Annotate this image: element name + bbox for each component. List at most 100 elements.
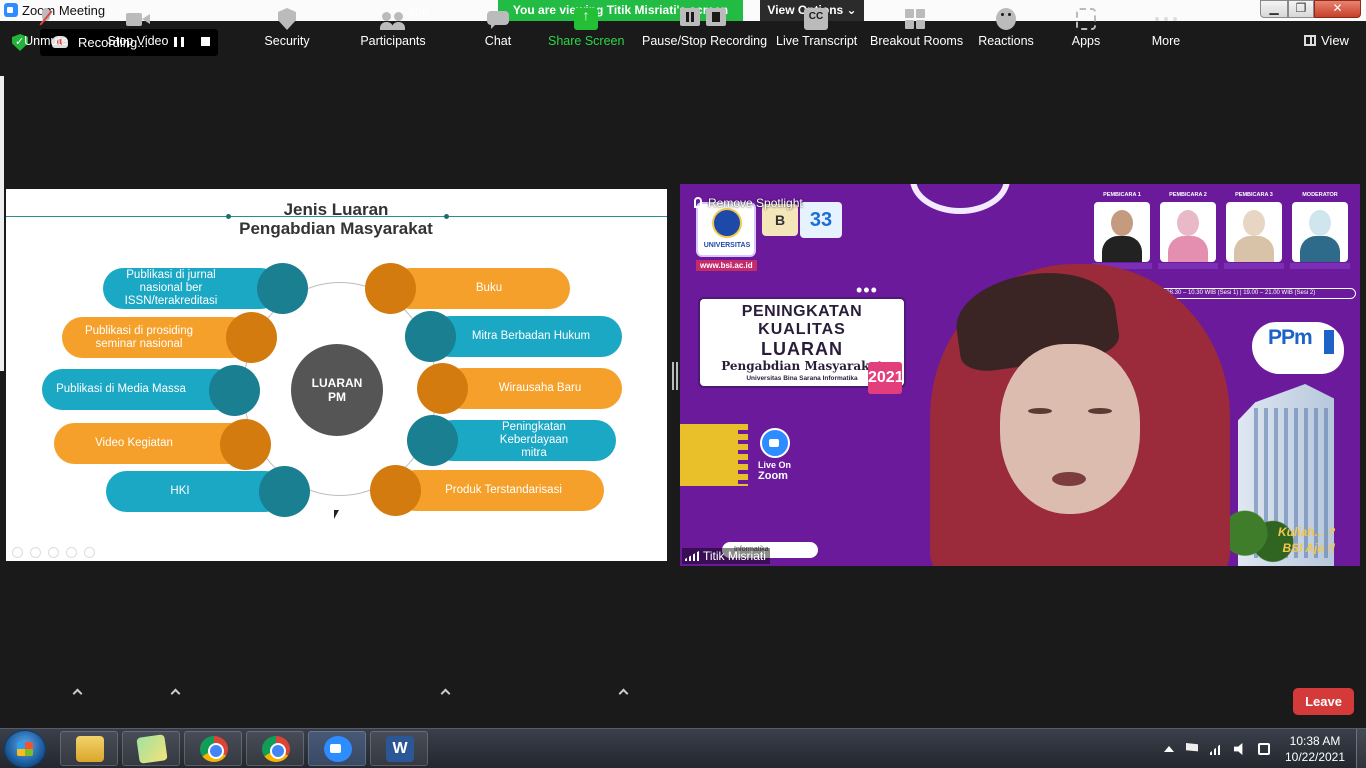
apps-label: Apps — [1071, 34, 1101, 48]
show-hidden-icons-icon[interactable] — [1164, 746, 1174, 752]
slide-navigation-controls[interactable] — [12, 545, 122, 558]
right-item-label: Peningkatan Keberdayaan mitra — [499, 421, 569, 459]
power-icon[interactable] — [1258, 743, 1270, 755]
view-button[interactable]: View — [1304, 33, 1349, 51]
zoom-camera-icon — [760, 428, 790, 458]
action-center-flag-icon[interactable] — [1186, 743, 1198, 752]
volume-icon[interactable] — [1234, 743, 1243, 755]
chrome-icon — [262, 736, 290, 762]
breakout-rooms-button[interactable]: Breakout Rooms — [870, 8, 963, 52]
slide-pen-icon[interactable] — [48, 547, 59, 558]
taskbar-clock[interactable]: 10:38 AM 10/22/2021 — [1282, 733, 1348, 765]
right-item-knob — [405, 311, 456, 362]
reactions-button[interactable]: Reactions — [978, 8, 1034, 52]
share-screen-button[interactable]: Share Screen — [548, 7, 624, 52]
apps-button[interactable]: Apps — [1068, 8, 1104, 52]
show-desktop-button[interactable] — [1356, 729, 1366, 768]
right-item-knob — [365, 263, 416, 314]
stop-recording-icon[interactable] — [201, 37, 210, 46]
headline-line3: LUARAN — [761, 339, 843, 359]
participants-button[interactable]: 406 Participants — [360, 6, 429, 52]
clock-time: 10:38 AM — [1289, 734, 1341, 748]
taskbar-zoom[interactable] — [308, 731, 366, 766]
pause-recording-icon[interactable] — [174, 37, 184, 47]
leave-button[interactable]: Leave — [1293, 688, 1354, 715]
slide-title: Jenis Luaran Pengabdian Masyarakat — [186, 200, 486, 238]
eye-shape — [1088, 408, 1112, 414]
security-button[interactable]: Security — [260, 8, 314, 52]
chrome-icon — [200, 736, 228, 762]
share-screen-arrow-icon — [574, 7, 598, 30]
stop-video-label: Stop Video — [107, 34, 169, 48]
right-item-mitra-berbadan-hukum: Mitra Berbadan Hukum — [430, 316, 622, 357]
speaker-card: PEMBICARA 2 — [1158, 192, 1218, 269]
left-item-knob — [259, 466, 310, 517]
system-tray — [1160, 741, 1280, 759]
speaker-card: MODERATOR — [1290, 192, 1350, 269]
speaker-photo — [1226, 202, 1282, 262]
minimize-button[interactable]: ▁ — [1260, 0, 1288, 18]
center-circle: LUARAN PM — [291, 344, 383, 436]
slide-prev-icon[interactable] — [12, 547, 23, 558]
network-signal-icon[interactable] — [1210, 743, 1222, 755]
shared-screen-slide: Jenis Luaran Pengabdian Masyarakat LUARA… — [6, 189, 667, 561]
lppm-url: lppm.bsi.ac.id — [1277, 360, 1331, 369]
meeting-toolbar — [0, 673, 1366, 728]
slide-title-line2: Pengabdian Masyarakat — [239, 219, 433, 238]
taskbar-word[interactable]: W — [370, 731, 428, 766]
speaker-photo — [1160, 202, 1216, 262]
unmute-button[interactable]: Unmute — [18, 8, 74, 52]
background-ring-shape — [910, 184, 1010, 214]
more-label: More — [1151, 34, 1181, 48]
slide-next-icon[interactable] — [30, 547, 41, 558]
chat-button[interactable]: Chat — [478, 8, 518, 52]
headline-line2: KUALITAS — [758, 321, 846, 338]
closed-caption-icon: CC — [804, 8, 828, 30]
start-button-icon[interactable] — [4, 730, 46, 768]
taskbar-explorer[interactable] — [60, 731, 118, 766]
decorative-yellow-tag — [680, 424, 748, 486]
university-label: UNIVERSITAS — [703, 242, 751, 249]
right-item-produk-terstandarisasi: Produk Terstandarisasi — [395, 470, 604, 511]
participants-count: 406 — [408, 6, 429, 20]
slide-grid-icon[interactable] — [66, 547, 77, 558]
remove-spotlight-button[interactable]: Remove Spotlight — [694, 196, 803, 210]
pause-stop-recording-label: Pause/Stop Recording — [642, 34, 768, 48]
pause-stop-recording-button[interactable]: Pause/Stop Recording — [642, 8, 768, 52]
taskbar-sticky-notes[interactable] — [122, 731, 180, 766]
left-item-label: Publikasi di jurnal nasional ber ISSN/te… — [124, 269, 218, 307]
taskbar-chrome-profile[interactable] — [246, 731, 304, 766]
kuliah-line1: Kuliah... ? — [1278, 525, 1336, 539]
stop-video-button[interactable]: Stop Video — [104, 8, 172, 52]
website-label: www.bsi.ac.id — [696, 260, 757, 271]
kuliah-line2: BSI Aja !! — [1282, 541, 1336, 555]
left-item-knob — [257, 263, 308, 314]
eye-shape — [1028, 408, 1052, 414]
right-item-knob — [407, 415, 458, 466]
left-item-label: Publikasi di Media Massa — [56, 383, 186, 395]
live-transcript-button[interactable]: CC Live Transcript — [776, 8, 857, 52]
kuliah-slogan: Kuliah... ? BSI Aja !! — [1278, 524, 1335, 556]
mouse-cursor-icon — [334, 510, 339, 519]
speaker-card: PEMBICARA 3 — [1224, 192, 1284, 269]
speaker-photo — [1094, 202, 1150, 262]
more-dots-icon — [1154, 8, 1178, 30]
speaker-video-tile[interactable]: UNIVERSITAS www.bsi.ac.id B 33 Remove Sp… — [680, 184, 1360, 566]
more-button[interactable]: More — [1148, 8, 1184, 52]
split-view-resize-handle[interactable] — [672, 362, 678, 390]
chat-label: Chat — [484, 34, 512, 48]
maximize-button[interactable]: ❐ — [1288, 0, 1314, 18]
left-item-knob — [226, 312, 277, 363]
view-label: View — [1321, 33, 1349, 48]
taskbar-chrome[interactable] — [184, 731, 242, 766]
right-item-knob — [370, 465, 421, 516]
close-button[interactable]: ✕ — [1314, 0, 1361, 18]
lppm-logo-text: PPm — [1268, 326, 1313, 349]
smiley-icon — [996, 8, 1016, 30]
chat-bubble-icon — [487, 8, 509, 30]
sticky-notes-icon — [136, 734, 168, 764]
slide-zoom-icon[interactable] — [84, 547, 95, 558]
windows-taskbar: W 10:38 AM 10/22/2021 — [0, 728, 1366, 768]
zoom-meeting-window: Zoom Meeting You are viewing Titik Misri… — [0, 0, 1366, 768]
center-label-line1: LUARAN — [311, 376, 363, 390]
